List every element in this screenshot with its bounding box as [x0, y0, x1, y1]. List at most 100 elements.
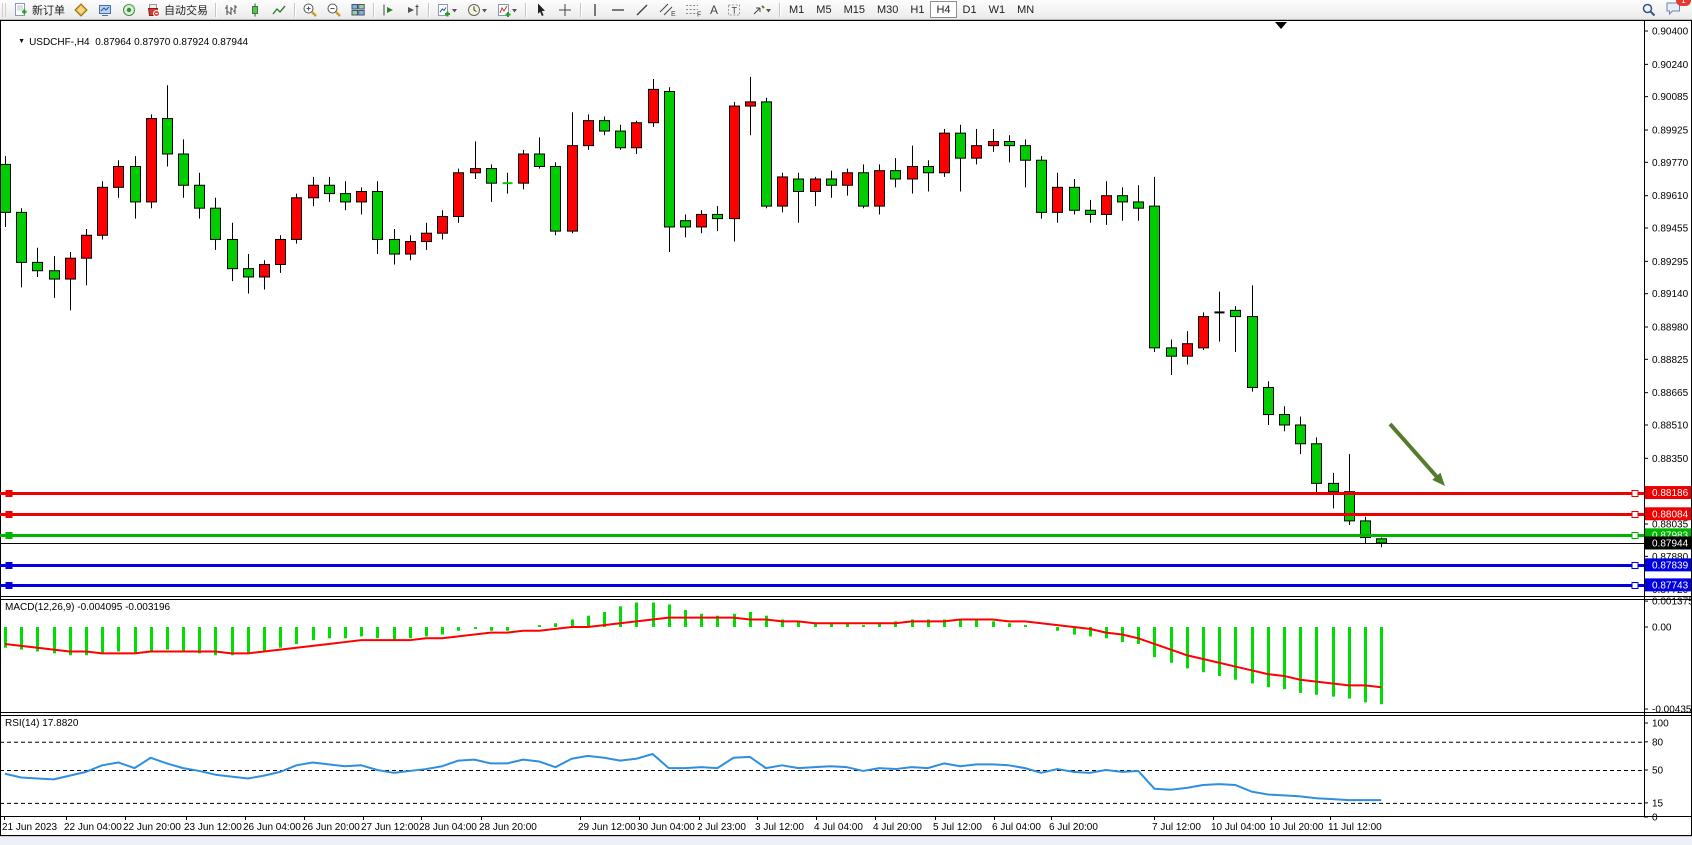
candle-body	[989, 141, 999, 145]
price-tick-label: 0.89140	[1652, 289, 1689, 300]
time-label: 10 Jul 04:00	[1211, 822, 1266, 833]
toolbar-grip[interactable]	[2, 3, 7, 17]
bar-chart-button[interactable]	[219, 1, 243, 18]
line-handle[interactable]	[1632, 491, 1638, 497]
chart-title-caret-icon[interactable]: ▼	[18, 38, 25, 45]
candle-body	[859, 173, 869, 206]
candle-body	[697, 214, 707, 227]
tile-windows-button[interactable]	[346, 1, 370, 18]
zoom-in-icon	[302, 2, 318, 18]
line-handle[interactable]	[6, 563, 12, 569]
navigator-icon	[121, 2, 137, 18]
candle-body	[972, 146, 982, 159]
hline-tool-button[interactable]	[606, 1, 630, 18]
candle-body	[924, 166, 934, 172]
vline-tool-button[interactable]	[584, 1, 606, 18]
channel-tool-button[interactable]: E	[654, 1, 680, 18]
toolbar-separator	[779, 3, 780, 17]
time-label: 10 Jul 20:00	[1269, 822, 1324, 833]
timeframe-button-M30[interactable]: M30	[871, 1, 904, 18]
candle-body	[1280, 415, 1290, 425]
candle-body	[163, 119, 173, 154]
toolbar-separator	[580, 3, 581, 17]
candle-body	[649, 89, 659, 122]
candle-body	[454, 173, 464, 217]
navigator-button[interactable]	[117, 1, 141, 18]
time-label: 4 Jul 04:00	[814, 822, 863, 833]
crosshair-button[interactable]	[553, 1, 577, 18]
chart-canvas[interactable]: 0.904000.902400.900850.899250.897700.896…	[0, 20, 1692, 844]
candle-body	[66, 258, 76, 279]
price-tick-label: 0.89295	[1652, 257, 1689, 268]
candle-body	[131, 166, 141, 201]
line-price-label: 0.87944	[1652, 538, 1689, 549]
line-handle[interactable]	[1632, 563, 1638, 569]
line-handle[interactable]	[6, 491, 12, 497]
indicators-button[interactable]	[492, 1, 522, 18]
line-handle[interactable]	[1632, 533, 1638, 539]
timeframe-button-M1[interactable]: M1	[783, 1, 810, 18]
rsi-axis-label: 80	[1652, 737, 1664, 748]
candle-body	[1183, 344, 1193, 357]
candlestick-button[interactable]	[243, 1, 267, 18]
label-tool-button[interactable]: T	[722, 1, 746, 18]
timeframe-button-H1[interactable]: H1	[904, 1, 930, 18]
line-handle[interactable]	[6, 512, 12, 518]
channel-icon: E	[658, 2, 676, 18]
candle-body	[1329, 483, 1339, 491]
candle-body	[422, 233, 432, 241]
price-tick-label: 0.89610	[1652, 191, 1689, 202]
line-chart-button[interactable]	[267, 1, 291, 18]
chart-shift-button[interactable]	[377, 1, 401, 18]
fibonacci-tool-button[interactable]: F	[680, 1, 706, 18]
candlestick-icon	[247, 2, 263, 18]
trendline-tool-button[interactable]	[630, 1, 654, 18]
candle-body	[1086, 210, 1096, 214]
periods-icon	[466, 2, 488, 18]
new-chart-button[interactable]	[432, 1, 462, 18]
cursor-button[interactable]	[529, 1, 553, 18]
timeframe-button-D1[interactable]: D1	[957, 1, 983, 18]
macd-axis-label: 0.00	[1652, 623, 1672, 634]
timeframe-button-W1[interactable]: W1	[983, 1, 1012, 18]
time-label: 5 Jul 12:00	[933, 822, 982, 833]
new-order-button[interactable]: 新订单	[9, 1, 69, 18]
candle-body	[519, 154, 529, 183]
candle-body	[406, 242, 416, 255]
line-handle[interactable]	[6, 583, 12, 589]
chart-shift-icon	[381, 2, 397, 18]
price-tick-label: 0.90400	[1652, 27, 1689, 38]
candle-body	[1134, 202, 1144, 208]
timeframe-button-H4[interactable]: H4	[930, 1, 956, 18]
timeframe-button-MN[interactable]: MN	[1011, 1, 1040, 18]
candle-body	[471, 169, 481, 173]
time-label: 6 Jul 04:00	[992, 822, 1041, 833]
time-label: 26 Jun 20:00	[302, 822, 360, 833]
new-order-icon	[13, 2, 29, 18]
arrows-tool-button[interactable]	[746, 1, 776, 18]
indicators-icon	[496, 2, 518, 18]
auto-scroll-button[interactable]	[401, 1, 425, 18]
macd-axis-label: -0.004356	[1652, 705, 1692, 716]
zoom-in-button[interactable]	[298, 1, 322, 18]
price-tick-label: 0.89455	[1652, 223, 1689, 234]
zoom-out-button[interactable]	[322, 1, 346, 18]
autotrading-button[interactable]: 自动交易	[141, 1, 212, 18]
timeframe-button-M5[interactable]: M5	[810, 1, 837, 18]
crosshair-icon	[557, 2, 573, 18]
line-handle[interactable]	[1632, 512, 1638, 518]
candle-body	[1005, 141, 1015, 145]
line-handle[interactable]	[6, 533, 12, 539]
timeframe-button-M15[interactable]: M15	[838, 1, 871, 18]
text-tool-button[interactable]: A	[706, 1, 722, 18]
market-watch-button[interactable]	[93, 1, 117, 18]
line-handle[interactable]	[1632, 583, 1638, 589]
candle-body	[1102, 196, 1112, 215]
periods-button[interactable]	[462, 1, 492, 18]
toolbar-separator	[428, 3, 429, 17]
charts-button[interactable]	[69, 1, 93, 18]
candle-body	[1, 164, 11, 212]
time-label: 28 Jun 20:00	[479, 822, 537, 833]
search-button[interactable]	[1637, 1, 1661, 18]
candle-body	[778, 177, 788, 206]
